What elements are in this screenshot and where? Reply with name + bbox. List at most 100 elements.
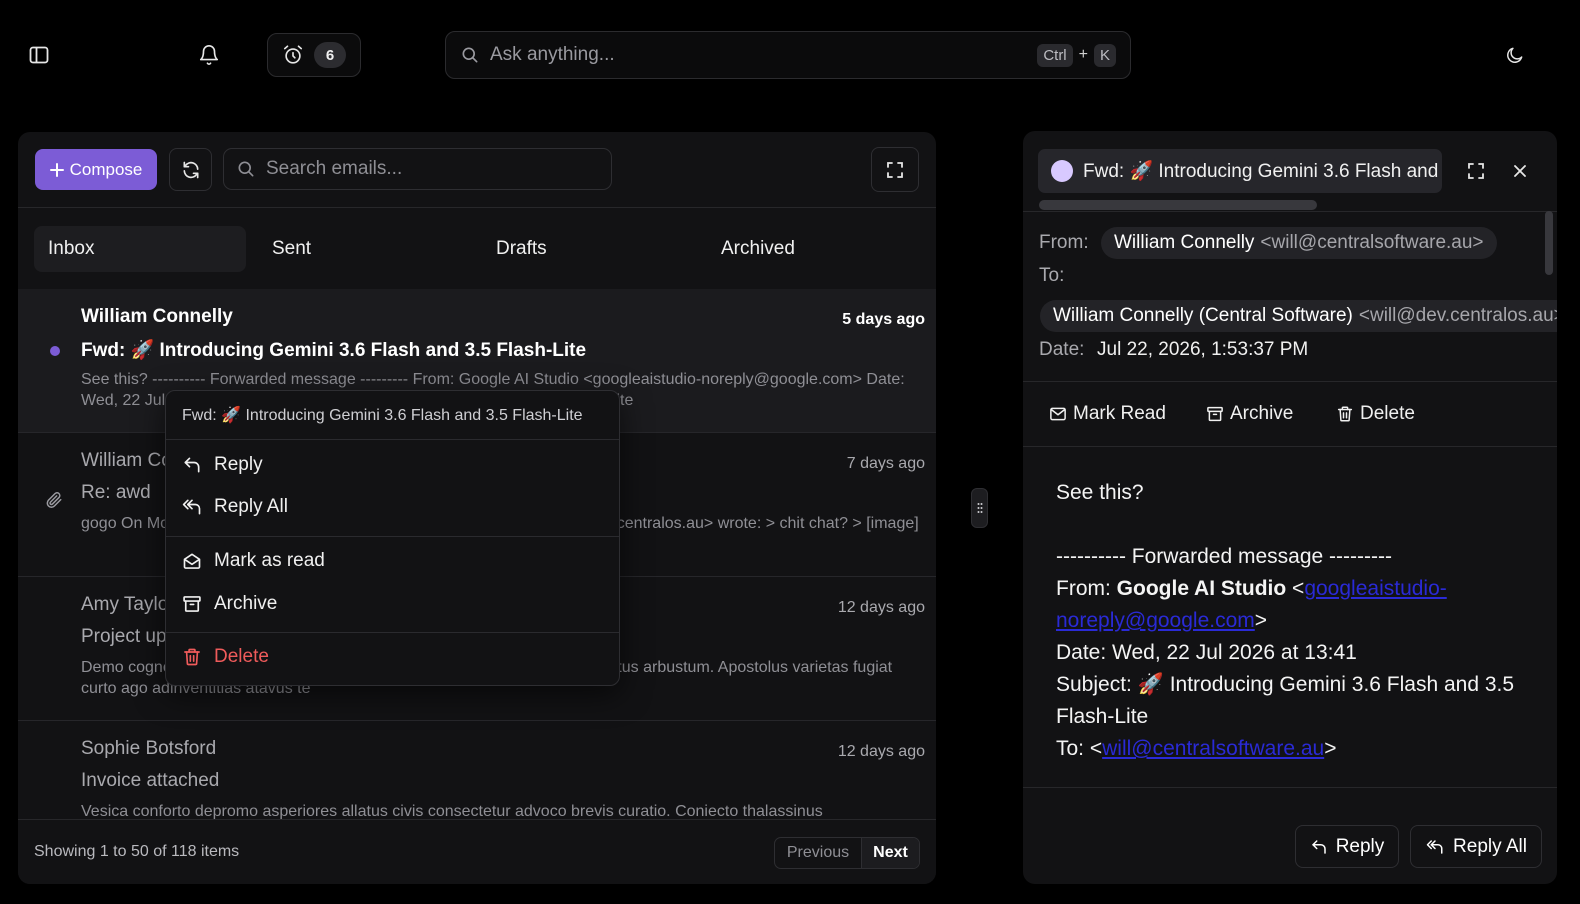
email-subject: Fwd: 🚀 Introducing Gemini 3.6 Flash and … <box>81 340 587 361</box>
body-to-line: To: <will@centralsoftware.au> <box>1056 737 1337 760</box>
body-forward-line: ---------- Forwarded message --------- <box>1056 545 1392 568</box>
compose-button[interactable]: Compose <box>35 149 157 190</box>
reply-all-label: Reply All <box>1453 835 1527 857</box>
top-bar: 6 Ask anything... Ctrl + K <box>0 0 1580 110</box>
close-icon[interactable] <box>1504 155 1536 187</box>
email-subject: Re: awd <box>81 482 151 503</box>
to-email: <will@dev.centralos.au> <box>1358 305 1557 326</box>
reminders-button[interactable]: 6 <box>267 33 361 77</box>
divider <box>1023 787 1557 788</box>
archive-button[interactable]: Archive <box>1206 403 1293 425</box>
email-time: 5 days ago <box>842 311 925 328</box>
menu-item-delete[interactable]: Delete <box>182 646 269 668</box>
menu-item-label: Reply <box>214 454 263 475</box>
unread-dot <box>50 346 60 356</box>
search-emails-input[interactable]: Search emails... <box>223 148 612 190</box>
trash-icon <box>182 647 202 667</box>
compose-label: Compose <box>69 159 143 179</box>
next-page-button[interactable]: Next <box>861 838 919 868</box>
reader-title: Fwd: 🚀 Introducing Gemini 3.6 Flash and … <box>1083 161 1442 182</box>
panel-resize-handle[interactable] <box>971 488 988 528</box>
email-subject: Invoice attached <box>81 770 220 791</box>
reply-button[interactable]: Reply <box>1295 825 1399 868</box>
email-time: 7 days ago <box>846 455 925 472</box>
body-from-name: Google AI Studio <box>1116 577 1287 600</box>
tab-drafts[interactable]: Drafts <box>496 226 547 272</box>
shortcut-plus: + <box>1078 46 1088 63</box>
menu-item-reply-all[interactable]: Reply All <box>182 496 288 518</box>
refresh-icon <box>181 160 201 180</box>
menu-item-label: Delete <box>214 646 269 667</box>
menu-item-mark-read[interactable]: Mark as read <box>182 550 325 572</box>
avatar <box>1051 160 1073 182</box>
paperclip-icon <box>45 490 63 510</box>
mail-toolbar: Compose Search emails... <box>18 132 936 208</box>
pagination-controls: Previous Next <box>774 837 920 869</box>
dark-mode-toggle-icon[interactable] <box>1500 40 1530 70</box>
context-menu-title: Fwd: 🚀 Introducing Gemini 3.6 Flash and … <box>182 407 583 424</box>
email-time: 12 days ago <box>837 743 925 760</box>
fullscreen-icon[interactable] <box>1460 155 1492 187</box>
email-reader-panel: Fwd: 🚀 Introducing Gemini 3.6 Flash and … <box>1023 131 1557 884</box>
horizontal-scrollbar[interactable] <box>1039 200 1317 210</box>
email-sender: William Connelly <box>81 306 233 327</box>
vertical-scrollbar[interactable] <box>1545 211 1553 275</box>
body-to-link[interactable]: will@centralsoftware.au <box>1102 737 1324 760</box>
reply-all-icon <box>182 497 202 517</box>
pagination-footer: Showing 1 to 50 of 118 items Previous Ne… <box>18 819 936 884</box>
email-row[interactable]: Sophie Botsford 12 days ago Invoice atta… <box>18 721 936 819</box>
search-icon <box>460 45 480 65</box>
divider <box>1023 381 1557 382</box>
to-chip[interactable]: William Connelly (Central Software) <wil… <box>1040 300 1557 332</box>
reply-label: Reply <box>1335 835 1385 857</box>
body-from-line: From: Google AI Studio <googleaistudio-n… <box>1056 577 1447 632</box>
email-sender: Sophie Botsford <box>81 738 217 759</box>
reply-all-button[interactable]: Reply All <box>1410 825 1542 868</box>
email-context-menu: Fwd: 🚀 Introducing Gemini 3.6 Flash and … <box>165 390 620 686</box>
fullscreen-icon <box>886 161 904 179</box>
archive-label: Archive <box>1230 403 1294 424</box>
body-subject-line: Subject: 🚀 Introducing Gemini 3.6 Flash … <box>1056 673 1515 728</box>
grip-dots-icon <box>977 502 983 514</box>
email-body: See this? ---------- Forwarded message -… <box>1056 477 1526 765</box>
menu-item-label: Reply All <box>214 496 288 517</box>
mark-read-button[interactable]: Mark Read <box>1049 403 1166 425</box>
reader-title-tab: Fwd: 🚀 Introducing Gemini 3.6 Flash and … <box>1038 149 1442 193</box>
sidebar-toggle-icon[interactable] <box>24 40 54 70</box>
bell-icon[interactable] <box>194 40 224 70</box>
divider <box>1023 446 1557 447</box>
pagination-summary: Showing 1 to 50 of 118 items <box>34 843 240 860</box>
from-email: <will@centralsoftware.au> <box>1260 232 1484 253</box>
menu-divider <box>166 632 619 633</box>
refresh-button[interactable] <box>169 148 212 191</box>
search-icon <box>236 159 256 179</box>
date-value: Jul 22, 2026, 1:53:37 PM <box>1097 339 1309 360</box>
body-from-prefix: From: <box>1056 577 1117 600</box>
tab-inbox[interactable]: Inbox <box>34 226 246 272</box>
reply-icon <box>182 455 202 475</box>
delete-button[interactable]: Delete <box>1336 403 1415 425</box>
email-time: 12 days ago <box>837 599 925 616</box>
menu-item-archive[interactable]: Archive <box>182 593 277 615</box>
menu-divider <box>166 439 619 440</box>
previous-page-button[interactable]: Previous <box>775 838 861 868</box>
ask-anything-input[interactable]: Ask anything... Ctrl + K <box>445 31 1131 79</box>
menu-item-reply[interactable]: Reply <box>182 454 263 476</box>
delete-label: Delete <box>1360 403 1415 424</box>
tab-sent[interactable]: Sent <box>272 226 311 272</box>
plus-icon <box>49 162 64 177</box>
menu-divider <box>166 536 619 537</box>
alarm-clock-icon <box>282 44 304 66</box>
email-preview: Vesica conforto depromo asperiores allat… <box>81 803 823 819</box>
mailbox-tabs: Inbox Sent Drafts Archived <box>18 209 936 289</box>
date-label: Date: <box>1039 339 1085 360</box>
tab-archived[interactable]: Archived <box>721 226 795 272</box>
from-chip[interactable]: William Connelly <will@centralsoftware.a… <box>1101 227 1497 259</box>
reply-all-icon <box>1425 838 1445 856</box>
ask-placeholder: Ask anything... <box>490 44 615 65</box>
fullscreen-button[interactable] <box>871 147 919 192</box>
trash-icon <box>1336 405 1354 423</box>
shortcut-key-ctrl: Ctrl <box>1037 43 1073 67</box>
to-label: To: <box>1039 265 1065 286</box>
body-to-prefix: To: <box>1056 737 1090 760</box>
